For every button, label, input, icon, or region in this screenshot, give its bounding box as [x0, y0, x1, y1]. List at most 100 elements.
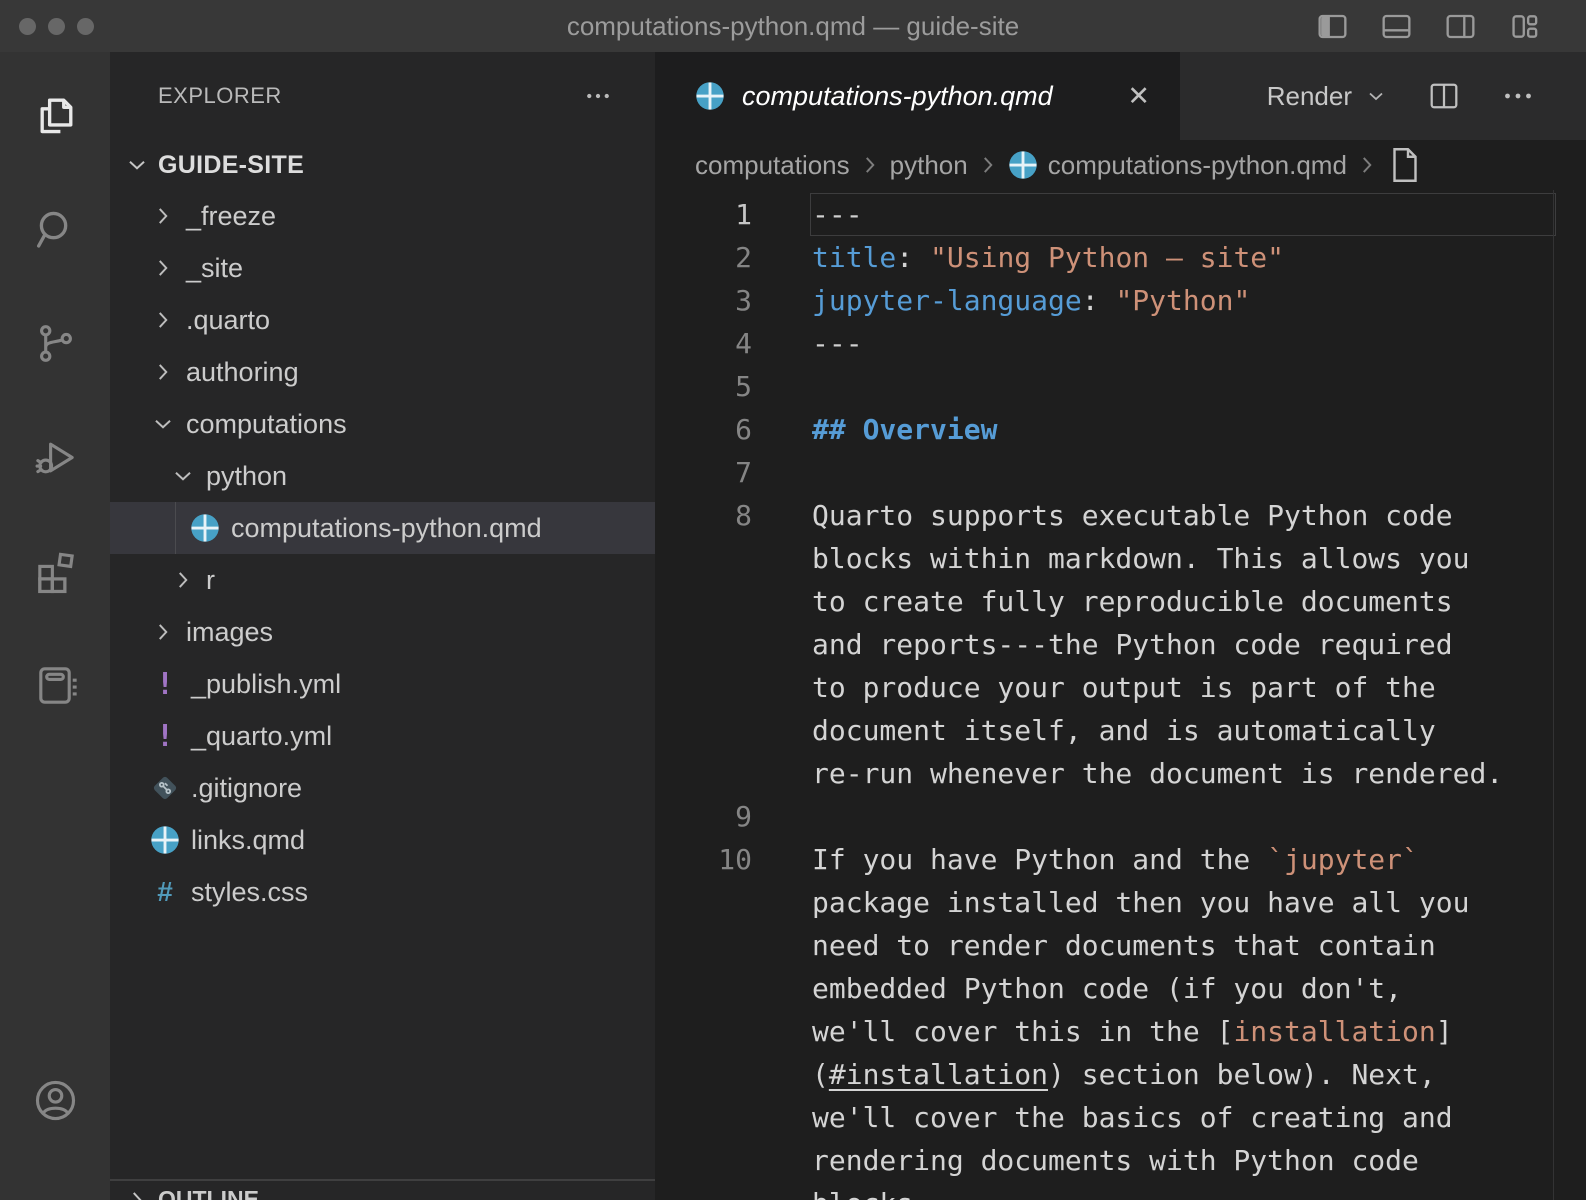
explorer-more-actions-button[interactable]: [583, 81, 613, 111]
tree-item-python[interactable]: python: [110, 450, 655, 502]
code-row[interactable]: (#installation) section below). Next,: [655, 1053, 1586, 1096]
tree-item-label: .gitignore: [191, 773, 302, 804]
activity-item-explorer[interactable]: [0, 69, 110, 161]
workspace-root-row[interactable]: GUIDE-SITE: [110, 140, 655, 190]
breadcrumb-item-symbol[interactable]: [1387, 145, 1433, 185]
customize-layout-icon[interactable]: [1507, 9, 1542, 44]
code-row[interactable]: 4---: [655, 322, 1586, 365]
explorer-sidebar: EXPLORER GUIDE-SITE _freeze _site .quarto a…: [110, 52, 655, 1200]
code-row[interactable]: 6## Overview: [655, 408, 1586, 451]
tree-item-authoring[interactable]: authoring: [110, 346, 655, 398]
code-line: embedded Python code (if you don't,: [810, 967, 1402, 1010]
code-row[interactable]: document itself, and is automatically: [655, 709, 1586, 752]
chevron-right-icon: [975, 152, 1001, 178]
toggle-secondary-sidebar-icon[interactable]: [1443, 9, 1478, 44]
code-row[interactable]: 5: [655, 365, 1586, 408]
line-number: [655, 709, 810, 752]
code-line: document itself, and is automatically: [810, 709, 1436, 752]
code-row[interactable]: re-run whenever the document is rendered…: [655, 752, 1586, 795]
code-line: ---: [810, 322, 863, 365]
close-tab-icon[interactable]: ✕: [1123, 79, 1154, 114]
toggle-primary-sidebar-icon[interactable]: [1315, 9, 1350, 44]
outline-section[interactable]: OUTLINE: [110, 1179, 655, 1200]
vscode-window: computations-python.qmd — guide-site: [0, 0, 1586, 1200]
activity-item-run-and-debug[interactable]: [0, 411, 110, 503]
tree-item-r[interactable]: r: [110, 554, 655, 606]
code-row[interactable]: and reports---the Python code required: [655, 623, 1586, 666]
tree-item-label: images: [186, 617, 273, 648]
line-number: 6: [655, 408, 810, 451]
split-editor-button[interactable]: [1426, 78, 1462, 114]
tree-item-computations[interactable]: computations: [110, 398, 655, 450]
code-row[interactable]: 2title: "Using Python — site": [655, 236, 1586, 279]
code-row[interactable]: 1---: [655, 193, 1586, 236]
code-row[interactable]: blocks.: [655, 1182, 1586, 1200]
minimize-window-button[interactable]: [48, 18, 65, 35]
code-line: rendering documents with Python code: [810, 1139, 1419, 1182]
chevron-right-icon: [1354, 152, 1380, 178]
tree-item--quarto[interactable]: .quarto: [110, 294, 655, 346]
tree-item-computations-python-qmd[interactable]: computations-python.qmd: [110, 502, 655, 554]
toggle-panel-icon[interactable]: [1379, 9, 1414, 44]
activity-item-search[interactable]: [0, 183, 110, 275]
close-window-button[interactable]: [19, 18, 36, 35]
layout-controls: [1315, 9, 1586, 44]
chevron-right-icon: [150, 255, 176, 281]
chevron-right-icon: [857, 152, 883, 178]
zoom-window-button[interactable]: [77, 18, 94, 35]
tree-item--quarto-yml[interactable]: !_quarto.yml: [110, 710, 655, 762]
file-symbol-icon: [1387, 145, 1423, 185]
tree-item--publish-yml[interactable]: !_publish.yml: [110, 658, 655, 710]
code-row[interactable]: need to render documents that contain: [655, 924, 1586, 967]
code-row[interactable]: rendering documents with Python code: [655, 1139, 1586, 1182]
tree-item-label: computations: [186, 409, 347, 440]
code-row[interactable]: we'll cover this in the [installation]: [655, 1010, 1586, 1053]
tab-title: computations-python.qmd: [742, 81, 1053, 112]
editor-more-actions-button[interactable]: [1500, 78, 1536, 114]
code-row[interactable]: blocks within markdown. This allows you: [655, 537, 1586, 580]
code-row[interactable]: 10If you have Python and the `jupyter`: [655, 838, 1586, 881]
tree-item--gitignore[interactable]: .gitignore: [110, 762, 655, 814]
code-row[interactable]: 9: [655, 795, 1586, 838]
activity-item-accounts[interactable]: [0, 1054, 110, 1146]
file-tree: _freeze _site .quarto authoring computations…: [110, 190, 655, 918]
tree-item-label: _freeze: [186, 201, 276, 232]
code-editor[interactable]: 1---2title: "Using Python — site"3jupyte…: [655, 190, 1586, 1200]
sidebar-title: EXPLORER: [158, 83, 282, 109]
code-row[interactable]: embedded Python code (if you don't,: [655, 967, 1586, 1010]
breadcrumb-item-python[interactable]: python: [890, 150, 968, 181]
traffic-lights: [0, 18, 94, 35]
line-number: [655, 1053, 810, 1096]
extensions-icon: [32, 548, 79, 595]
code-row[interactable]: 7: [655, 451, 1586, 494]
activity-item-extensions[interactable]: [0, 525, 110, 617]
tree-item--site[interactable]: _site: [110, 242, 655, 294]
code-line: to create fully reproducible documents: [810, 580, 1453, 623]
code-row[interactable]: to create fully reproducible documents: [655, 580, 1586, 623]
code-line: need to render documents that contain: [810, 924, 1436, 967]
editor-group: computations-python.qmd ✕ Render: [655, 52, 1586, 1200]
code-row[interactable]: package installed then you have all you: [655, 881, 1586, 924]
tree-item-links-qmd[interactable]: links.qmd: [110, 814, 655, 866]
chevron-down-icon: [124, 152, 150, 178]
tree-item-styles-css[interactable]: #styles.css: [110, 866, 655, 918]
breadcrumb-item-computations[interactable]: computations: [695, 150, 850, 181]
code-line: [810, 795, 812, 838]
code-row[interactable]: 3jupyter-language: "Python": [655, 279, 1586, 322]
code-row[interactable]: 8Quarto supports executable Python code: [655, 494, 1586, 537]
line-number: [655, 1139, 810, 1182]
line-number: [655, 580, 810, 623]
code-line: If you have Python and the `jupyter`: [810, 838, 1419, 881]
activity-item-quarto-assist[interactable]: [0, 639, 110, 731]
code-row[interactable]: we'll cover the basics of creating and: [655, 1096, 1586, 1139]
code-row[interactable]: to produce your output is part of the: [655, 666, 1586, 709]
tab-computations-python[interactable]: computations-python.qmd ✕: [655, 52, 1180, 140]
tree-item-images[interactable]: images: [110, 606, 655, 658]
tree-item--freeze[interactable]: _freeze: [110, 190, 655, 242]
activity-item-source-control[interactable]: [0, 297, 110, 389]
render-button[interactable]: Render: [1267, 81, 1388, 112]
split-editor-icon: [1426, 78, 1462, 114]
breadcrumb-item-computations-python-qmd[interactable]: computations-python.qmd: [1008, 150, 1347, 181]
tree-item-label: .quarto: [186, 305, 270, 336]
tree-item-label: _quarto.yml: [191, 721, 332, 752]
